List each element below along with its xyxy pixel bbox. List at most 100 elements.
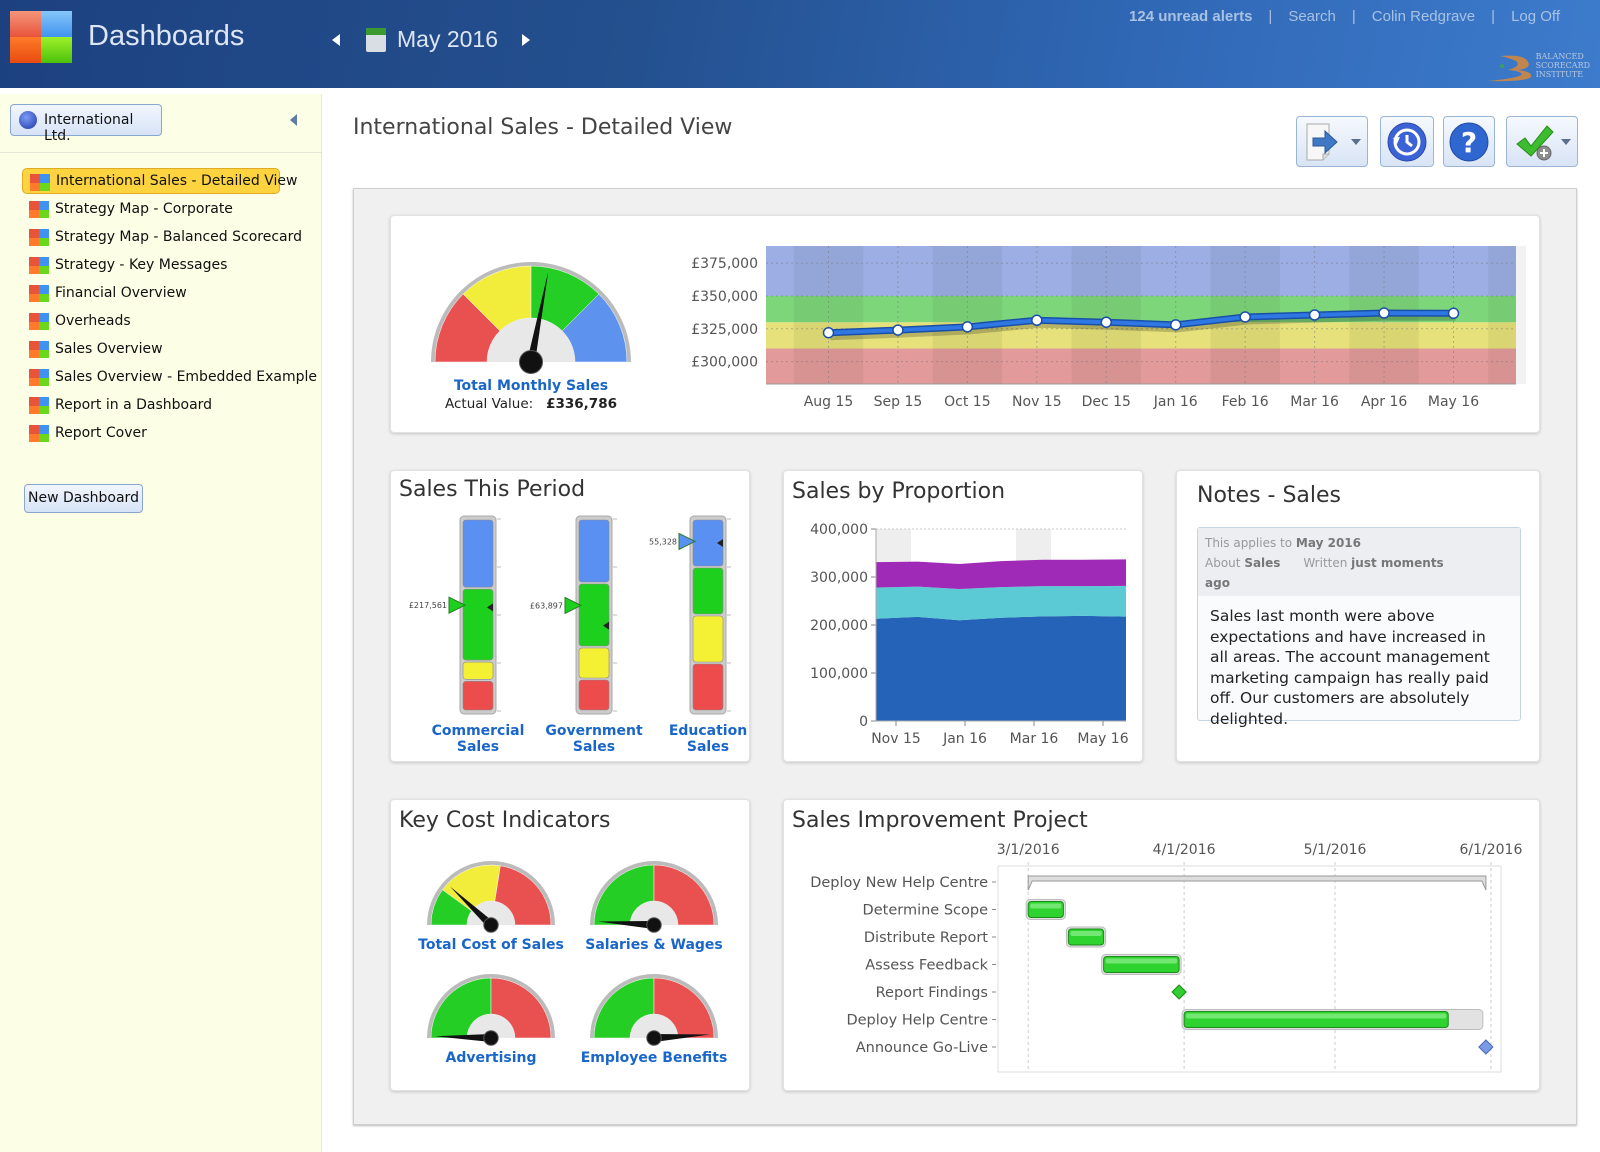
task-bar-highlight bbox=[1070, 931, 1102, 936]
meta-value: Sales bbox=[1244, 556, 1281, 570]
alerts-link[interactable]: 124 unread alerts bbox=[1129, 8, 1252, 25]
gauge-band bbox=[578, 647, 610, 679]
x-tick-label: 5/1/2016 bbox=[1304, 842, 1367, 858]
previous-period-button[interactable] bbox=[332, 34, 340, 46]
next-period-button[interactable] bbox=[522, 34, 530, 46]
task-label: Assess Feedback bbox=[865, 958, 988, 974]
value-label: £217,561 bbox=[409, 601, 447, 610]
kci-gauge[interactable]: Total Cost of Sales bbox=[418, 855, 564, 965]
gauge-label: Commercial bbox=[432, 723, 525, 739]
gauge-band bbox=[692, 615, 724, 663]
sidebar-item-label: International Sales - Detailed View bbox=[56, 173, 298, 189]
sidebar-item[interactable]: International Sales - Detailed View bbox=[22, 168, 297, 194]
sidebar-item[interactable]: Financial Overview bbox=[22, 280, 312, 308]
calendar-icon[interactable] bbox=[366, 28, 386, 52]
help-icon: ? bbox=[1449, 122, 1489, 162]
y-tick-label: £375,000 bbox=[691, 256, 758, 272]
data-point[interactable] bbox=[1378, 307, 1390, 319]
sidebar-item[interactable]: Strategy Map - Balanced Scorecard bbox=[22, 224, 312, 252]
sidebar-item-label: Sales Overview bbox=[55, 341, 163, 357]
plot-area bbox=[997, 865, 1502, 1073]
x-tick-label: Apr 16 bbox=[1361, 394, 1408, 410]
data-point[interactable] bbox=[1100, 316, 1113, 328]
search-link[interactable]: Search bbox=[1288, 8, 1336, 25]
sidebar-item[interactable]: Sales Overview - Embedded Example bbox=[22, 364, 317, 392]
dashboard-icon bbox=[30, 174, 50, 191]
approve-button[interactable] bbox=[1506, 116, 1578, 167]
note-body: Sales last month were above expectations… bbox=[1210, 607, 1490, 728]
area-series-2[interactable] bbox=[876, 559, 1126, 589]
sidebar-item[interactable]: Overheads bbox=[22, 308, 312, 336]
period-selector[interactable]: May 2016 bbox=[397, 26, 498, 53]
sidebar-item[interactable]: Report in a Dashboard bbox=[22, 392, 312, 420]
kci-gauge-needle-hub bbox=[483, 1030, 499, 1046]
kci-gauge[interactable]: Salaries & Wages bbox=[584, 855, 724, 965]
sidebar-item-label: Report in a Dashboard bbox=[55, 397, 213, 413]
export-button[interactable] bbox=[1296, 116, 1368, 167]
logoff-link[interactable]: Log Off bbox=[1511, 8, 1560, 25]
note-meta: This applies to May 2016 About Sales Wri… bbox=[1198, 528, 1520, 596]
x-tick-label: Jan 16 bbox=[942, 731, 987, 747]
meta-label: About bbox=[1205, 556, 1241, 570]
y-tick-label: 400,000 bbox=[810, 522, 868, 538]
data-point[interactable] bbox=[1447, 307, 1460, 320]
x-tick-label: Nov 15 bbox=[871, 731, 921, 747]
sidebar-item[interactable]: Sales Overview bbox=[22, 336, 312, 364]
new-dashboard-button[interactable]: New Dashboard bbox=[24, 484, 143, 513]
data-point[interactable] bbox=[1169, 319, 1182, 331]
note-card[interactable]: This applies to May 2016 About Sales Wri… bbox=[1197, 527, 1521, 728]
data-point[interactable] bbox=[892, 324, 904, 336]
gantt-chart: 3/1/2016 4/1/2016 5/1/2016 6/1/2016 Deploy N… bbox=[810, 842, 1522, 1073]
history-icon bbox=[1387, 122, 1427, 162]
sidebar-item[interactable]: Strategy - Key Messages bbox=[22, 252, 312, 280]
sidebar-item[interactable]: Strategy Map - Corporate bbox=[22, 196, 312, 224]
kci-gauge-label: Total Cost of Sales bbox=[418, 937, 564, 953]
data-point[interactable] bbox=[1308, 309, 1321, 321]
area-series-1[interactable] bbox=[876, 585, 1126, 621]
sales-proportion-chart: 0 100,000 200,000 300,000 400,000 Nov 15 Jan 1… bbox=[810, 522, 1129, 747]
dashboard-icon bbox=[29, 257, 49, 274]
meta-label: This applies to bbox=[1205, 536, 1293, 550]
area-series-0[interactable] bbox=[876, 615, 1126, 721]
sales-trend-chart: £300,000 £325,000 £350,000 £375,000 Aug 15 Se… bbox=[691, 246, 1526, 410]
dashboard-canvas: Total Monthly Sales Actual Value: £336,7… bbox=[353, 188, 1577, 1125]
app-logo-icon bbox=[10, 11, 72, 63]
sidebar-item-label: Strategy - Key Messages bbox=[55, 257, 228, 273]
partner-logo-text: BALANCED SCORECARD INSTITUTE bbox=[1536, 52, 1590, 79]
history-button[interactable] bbox=[1380, 116, 1434, 167]
total-sales-label: Total Monthly Sales bbox=[453, 378, 609, 394]
x-tick-label: 3/1/2016 bbox=[997, 842, 1060, 858]
task-label: Deploy New Help Centre bbox=[810, 875, 988, 891]
collapse-sidebar-button[interactable] bbox=[290, 114, 297, 126]
organization-selector[interactable]: International Ltd. bbox=[10, 104, 162, 144]
x-tick-label: Feb 16 bbox=[1222, 394, 1269, 410]
task-label: Report Findings bbox=[876, 985, 988, 1001]
dashboard-icon bbox=[29, 369, 49, 386]
help-button[interactable]: ? bbox=[1443, 116, 1495, 167]
task-bar-highlight bbox=[1030, 903, 1062, 909]
data-point[interactable] bbox=[1031, 314, 1043, 327]
actual-value-line: Actual Value: £336,786 bbox=[421, 396, 641, 412]
meta-value: May 2016 bbox=[1295, 536, 1361, 550]
sidebar-item[interactable]: Report Cover bbox=[22, 420, 312, 448]
kci-gauge[interactable]: Employee Benefits bbox=[581, 968, 727, 1078]
sidebar: International Ltd. International Sales -… bbox=[0, 94, 322, 1152]
y-tick-label: £325,000 bbox=[691, 322, 758, 338]
x-tick-label: Aug 15 bbox=[804, 394, 854, 410]
kci-gauge-needle-hub bbox=[646, 1030, 662, 1046]
y-tick-label: 100,000 bbox=[810, 666, 868, 682]
data-point[interactable] bbox=[1239, 311, 1251, 323]
kci-gauge-label: Salaries & Wages bbox=[585, 937, 723, 953]
panel-title: Sales This Period bbox=[399, 477, 586, 502]
user-link[interactable]: Colin Redgrave bbox=[1372, 8, 1475, 25]
data-point[interactable] bbox=[961, 321, 974, 333]
gauge-band bbox=[462, 519, 494, 588]
chevron-down-icon bbox=[1351, 139, 1361, 145]
gauge-band bbox=[578, 519, 610, 583]
kci-gauge[interactable]: Advertising bbox=[421, 968, 561, 1078]
data-point[interactable] bbox=[822, 326, 835, 339]
task-label: Distribute Report bbox=[864, 930, 988, 946]
meta-value: just moments bbox=[1351, 556, 1444, 570]
partner-logo-line: SCORECARD bbox=[1535, 61, 1590, 70]
total-sales-gauge[interactable] bbox=[421, 244, 641, 384]
